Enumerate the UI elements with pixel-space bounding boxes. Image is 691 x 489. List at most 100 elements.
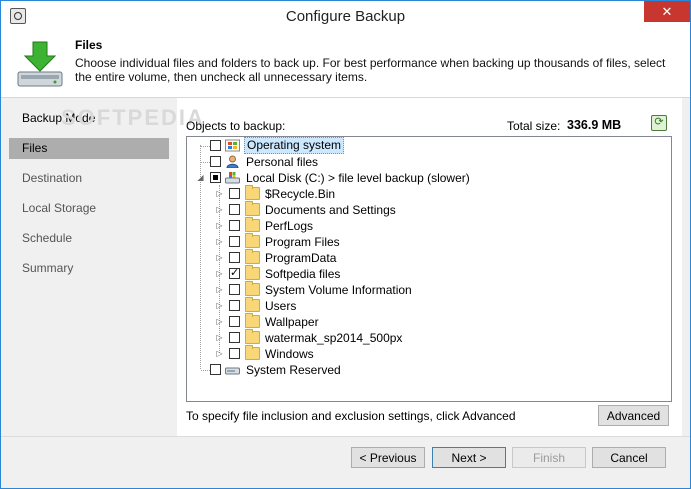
tree-item-label: $Recycle.Bin (265, 187, 336, 201)
folder-icon (245, 249, 260, 264)
folder-icon (245, 201, 260, 216)
collapse-icon[interactable]: ◢ (196, 170, 205, 186)
expand-icon[interactable]: ▷ (215, 234, 224, 250)
tree-item-folder[interactable]: ▷ ProgramData (187, 249, 667, 266)
checkbox[interactable] (229, 332, 240, 343)
tree-item-label: System Volume Information (265, 283, 412, 297)
checkbox[interactable] (229, 284, 240, 295)
expand-icon[interactable]: ▷ (215, 218, 224, 234)
tree-item-operating-system[interactable]: Operating system (187, 137, 667, 154)
total-size-label: Total size: (507, 119, 561, 133)
tree-item-folder[interactable]: ▷ Users (187, 297, 667, 314)
tree-item-personal-files[interactable]: Personal files (187, 154, 667, 170)
checkbox[interactable] (229, 220, 240, 231)
step-destination[interactable]: Destination (9, 168, 169, 198)
expand-icon[interactable]: ▷ (215, 186, 224, 202)
title-bar[interactable]: Configure Backup ✕ (1, 1, 690, 32)
folder-icon (245, 217, 260, 232)
tree-item-label: Program Files (265, 235, 340, 249)
configure-backup-window: Configure Backup ✕ Files Choose individu… (0, 0, 691, 489)
tree-item-folder[interactable]: ▷ Windows (187, 345, 667, 362)
expand-icon[interactable]: ▷ (215, 250, 224, 266)
next-button[interactable]: Next > (432, 447, 506, 468)
drive-icon (225, 367, 240, 375)
tree-item-system-reserved[interactable]: System Reserved (187, 362, 667, 378)
folder-icon (245, 345, 260, 360)
folder-icon (245, 185, 260, 200)
tree-item-label: ProgramData (265, 251, 337, 265)
page-description: Choose individual files and folders to b… (75, 56, 666, 84)
tree-item-folder[interactable]: ▷ PerfLogs (187, 217, 667, 234)
tree-item-label: Windows (265, 347, 314, 361)
checkbox[interactable] (229, 252, 240, 263)
folder-icon (245, 281, 260, 296)
os-icon (225, 139, 240, 152)
drive-icon (225, 172, 240, 184)
tree-item-folder[interactable]: ▷ Softpedia files (187, 265, 667, 282)
checkbox[interactable] (229, 204, 240, 215)
expand-icon[interactable]: ▷ (215, 282, 224, 298)
checkbox[interactable] (229, 265, 240, 281)
step-schedule[interactable]: Schedule (9, 228, 169, 258)
tree-line (201, 370, 210, 371)
expand-icon[interactable]: ▷ (215, 298, 224, 314)
window-title: Configure Backup (285, 8, 406, 25)
checkbox[interactable] (210, 140, 221, 151)
expand-icon[interactable]: ▷ (215, 314, 224, 330)
finish-button[interactable]: Finish (512, 447, 586, 468)
tree-item-folder[interactable]: ▷ $Recycle.Bin (187, 185, 667, 202)
tree-item-label: PerfLogs (265, 219, 314, 233)
folder-icon (245, 329, 260, 344)
folder-icon (245, 265, 260, 280)
tree-item-label: watermak_sp2014_500px (265, 331, 403, 345)
tree-item-label: Operating system (244, 137, 345, 154)
step-summary[interactable]: Summary (9, 258, 169, 288)
tree-item-label: Wallpaper (265, 315, 319, 329)
user-icon (226, 155, 239, 168)
tree-item-label: Personal files (246, 155, 319, 169)
tree-item-local-disk[interactable]: ◢ Local Disk (C:) > file level backup (s… (187, 170, 667, 186)
tree-item-label: Documents and Settings (265, 203, 396, 217)
wizard-steps: Backup Mode Files Destination Local Stor… (9, 108, 169, 288)
tree-line (201, 162, 210, 163)
tree-item-folder[interactable]: ▷ Wallpaper (187, 313, 667, 330)
tree-item-label: Local Disk (C:) > file level backup (slo… (246, 171, 470, 185)
advanced-button[interactable]: Advanced (598, 405, 669, 426)
checkbox[interactable] (210, 364, 221, 375)
tree-item-folder[interactable]: ▷ watermak_sp2014_500px (187, 329, 667, 346)
checkbox[interactable] (210, 172, 221, 183)
cancel-button[interactable]: Cancel (592, 447, 666, 468)
tree-item-folder[interactable]: ▷ System Volume Information (187, 281, 667, 298)
wizard-footer (1, 436, 690, 488)
checkbox[interactable] (229, 316, 240, 327)
checkbox[interactable] (229, 348, 240, 359)
folder-icon (245, 233, 260, 248)
step-local-storage[interactable]: Local Storage (9, 198, 169, 228)
checkbox[interactable] (210, 156, 221, 167)
objects-to-backup-label: Objects to backup: (186, 119, 286, 133)
expand-icon[interactable]: ▷ (215, 202, 224, 218)
close-button[interactable]: ✕ (644, 1, 690, 22)
page-header: Files Choose individual files and folder… (1, 32, 690, 98)
expand-icon[interactable]: ▷ (215, 346, 224, 362)
page-title: Files (75, 38, 103, 52)
previous-button[interactable]: < Previous (351, 447, 425, 468)
folder-icon (245, 313, 260, 328)
checkbox[interactable] (229, 236, 240, 247)
tree-item-folder[interactable]: ▷ Program Files (187, 233, 667, 250)
advanced-hint: To specify file inclusion and exclusion … (186, 409, 516, 423)
tree-line (201, 146, 210, 147)
checkbox[interactable] (229, 188, 240, 199)
total-size-value: 336.9 MB (567, 118, 622, 132)
folder-icon (245, 297, 260, 312)
tree-item-label: Softpedia files (265, 267, 341, 281)
refresh-icon[interactable]: ⟳ (651, 115, 667, 131)
tree-item-label: System Reserved (246, 363, 341, 377)
softpedia-watermark: SOFTPEDIA (61, 105, 205, 130)
expand-icon[interactable]: ▷ (215, 266, 224, 282)
tree-item-folder[interactable]: ▷ Documents and Settings (187, 201, 667, 218)
checkbox[interactable] (229, 300, 240, 311)
step-files[interactable]: Files (9, 138, 169, 159)
expand-icon[interactable]: ▷ (215, 330, 224, 346)
backup-objects-tree[interactable]: Operating system Personal files ◢ Local … (186, 136, 672, 402)
